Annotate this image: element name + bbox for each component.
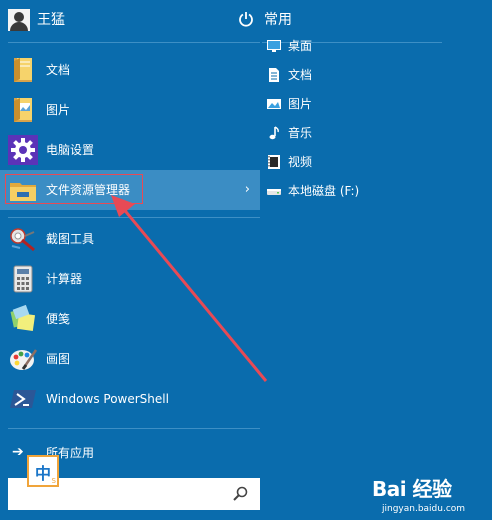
paint-icon <box>10 349 38 370</box>
ime-sub-char: S <box>51 477 56 485</box>
ime-indicator[interactable]: 中 S <box>27 455 59 487</box>
powershell-icon <box>10 390 36 408</box>
powershell-separator <box>8 428 260 429</box>
app-label: 画图 <box>46 352 71 366</box>
app-item-paint[interactable]: 画图 <box>0 339 260 379</box>
documents-folder-icon <box>14 58 32 82</box>
app-item-pc-settings[interactable]: 电脑设置 <box>0 130 260 170</box>
video-icon <box>268 155 280 169</box>
start-menu: 王猛 常用 文档 图片 电脑设置 文件资源管理器 › 截图工具 计算器 便笺 画… <box>0 0 492 520</box>
baidu-jingyan-watermark: Bai 经验 jingyan.baidu.com <box>372 476 490 516</box>
pictures-folder-icon <box>14 98 32 122</box>
app-label: 便笺 <box>46 312 71 326</box>
calculator-icon <box>13 265 33 293</box>
app-label: 计算器 <box>46 272 83 286</box>
place-label: 本地磁盘 (F:) <box>288 184 360 198</box>
user-avatar-icon <box>8 9 30 31</box>
arrow-right-icon: ➔ <box>12 444 24 460</box>
power-icon <box>239 12 253 27</box>
app-item-snipping-tool[interactable]: 截图工具 <box>0 219 260 259</box>
app-label: 截图工具 <box>46 232 95 246</box>
jump-list-chevron-icon[interactable]: › <box>245 182 250 198</box>
apps-separator <box>8 217 260 218</box>
app-label: 电脑设置 <box>46 143 95 157</box>
user-account-button[interactable]: 王猛 <box>0 0 260 40</box>
search-icon[interactable] <box>232 485 250 503</box>
watermark-url: jingyan.baidu.com <box>382 504 466 514</box>
place-label: 视频 <box>288 155 313 169</box>
place-item-documents[interactable]: 文档 <box>264 61 444 89</box>
ime-mode-char: 中 <box>35 464 52 483</box>
music-icon <box>269 126 279 140</box>
sticky-notes-icon <box>10 304 36 332</box>
app-label: 文档 <box>46 63 71 77</box>
snipping-tool-icon <box>10 228 35 252</box>
document-icon <box>269 68 279 82</box>
place-label: 音乐 <box>288 126 313 140</box>
place-label: 文档 <box>288 68 313 82</box>
place-item-music[interactable]: 音乐 <box>264 119 444 147</box>
app-item-calculator[interactable]: 计算器 <box>0 259 260 299</box>
app-label: 图片 <box>46 103 71 117</box>
desktop-icon <box>267 40 281 52</box>
user-name: 王猛 <box>37 12 65 28</box>
app-item-documents[interactable]: 文档 <box>0 50 260 90</box>
local-disk-icon <box>267 189 281 195</box>
app-item-sticky-notes[interactable]: 便笺 <box>0 299 260 339</box>
picture-icon <box>267 99 281 109</box>
place-item-pictures[interactable]: 图片 <box>264 90 444 118</box>
settings-gear-icon <box>8 135 38 165</box>
place-label: 桌面 <box>288 39 313 53</box>
watermark-logo: Bai 经验 <box>372 477 452 501</box>
user-separator <box>8 42 260 43</box>
annotation-highlight-box <box>5 174 143 204</box>
place-item-videos[interactable]: 视频 <box>264 148 444 176</box>
place-item-desktop[interactable]: 桌面 <box>264 32 444 60</box>
frequent-section-title: 常用 <box>264 12 292 28</box>
app-item-windows-powershell[interactable]: Windows PowerShell <box>0 379 260 419</box>
place-label: 图片 <box>288 97 313 111</box>
app-item-pictures[interactable]: 图片 <box>0 90 260 130</box>
app-label: Windows PowerShell <box>46 392 169 406</box>
place-item-local-disk-f[interactable]: 本地磁盘 (F:) <box>264 177 444 205</box>
